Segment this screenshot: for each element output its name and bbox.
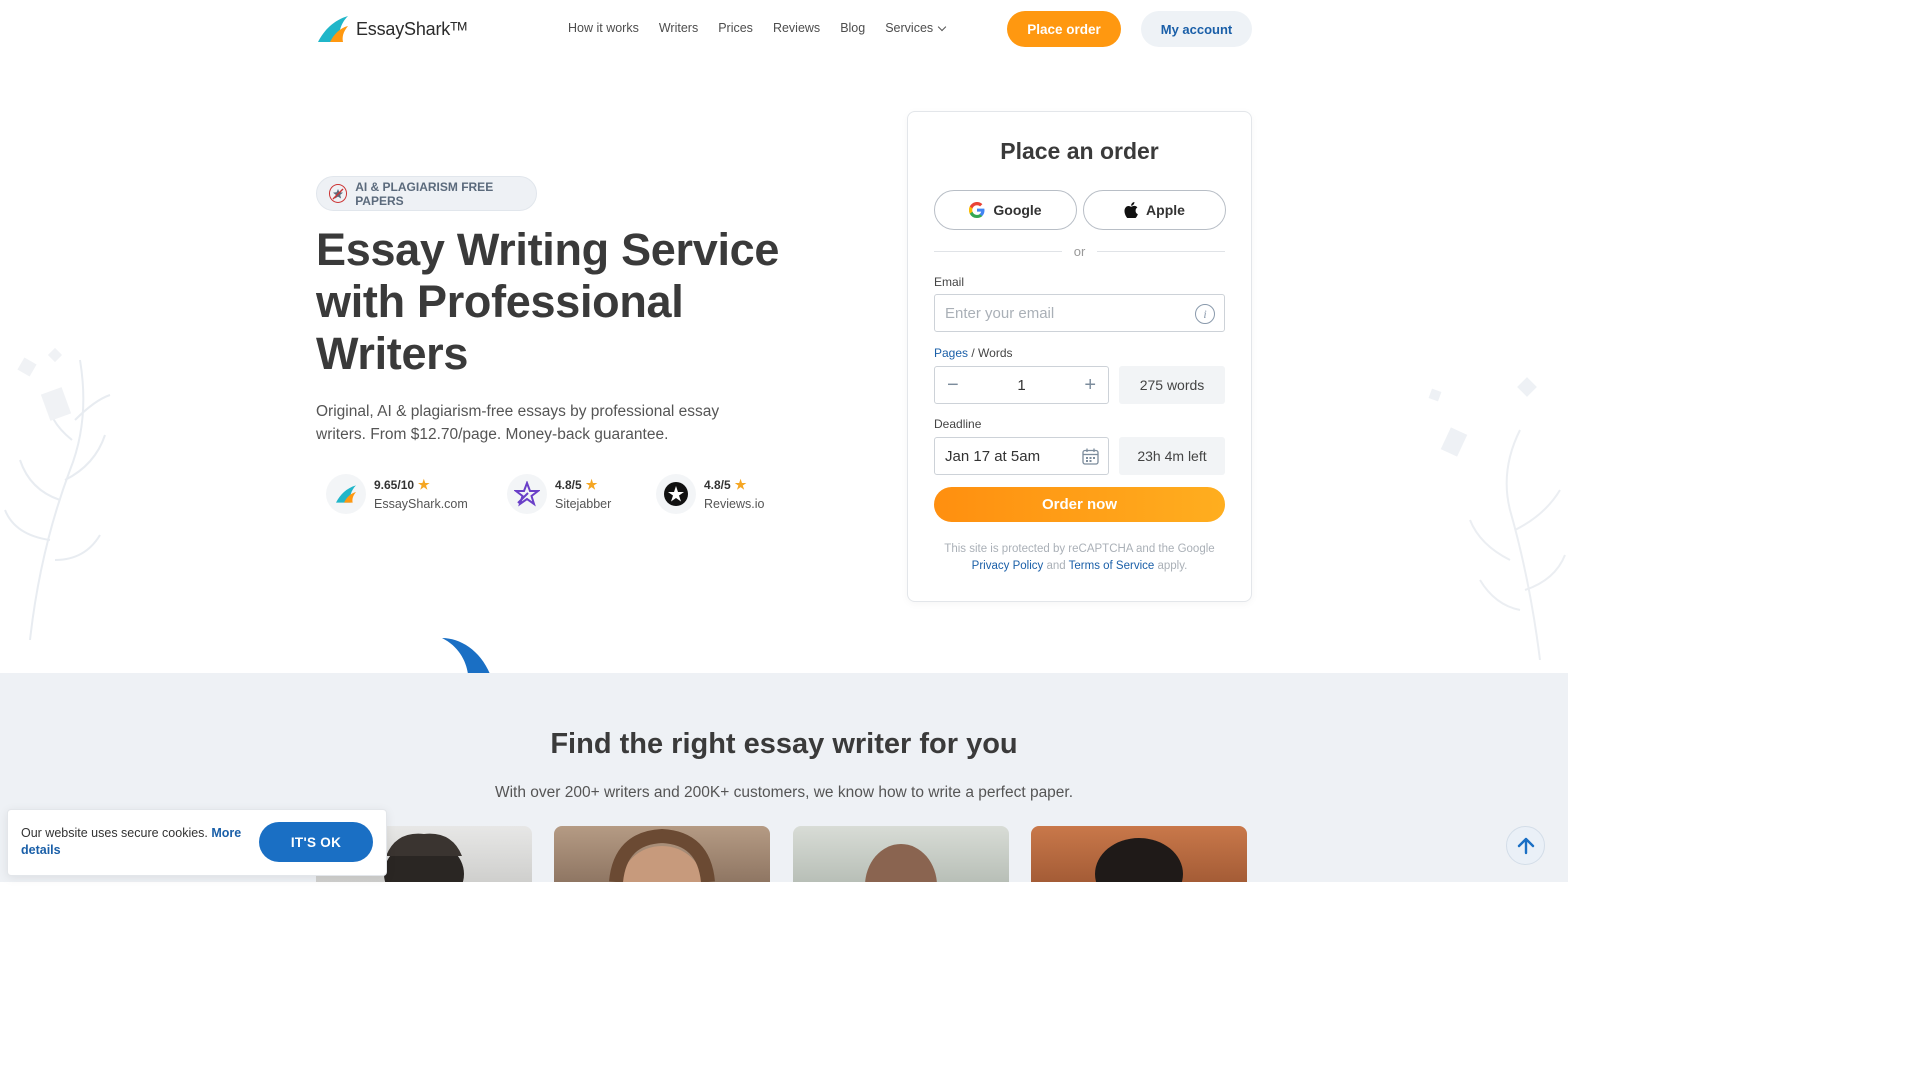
nav-blog[interactable]: Blog xyxy=(840,21,865,35)
or-divider: or xyxy=(934,244,1225,259)
google-label: Google xyxy=(993,202,1042,218)
nav-reviews[interactable]: Reviews xyxy=(773,21,820,35)
privacy-policy-link[interactable]: Privacy Policy xyxy=(972,560,1044,572)
calendar-icon xyxy=(1082,448,1099,465)
writer-photo[interactable] xyxy=(554,826,770,882)
cookie-accept-button[interactable]: IT'S OK xyxy=(259,822,373,862)
main-nav: How it works Writers Prices Reviews Blog… xyxy=(568,21,947,35)
my-account-button[interactable]: My account xyxy=(1141,11,1252,47)
recaptcha-text: This site is protected by reCAPTCHA and … xyxy=(944,543,1215,555)
no-ai-icon xyxy=(329,184,348,203)
place-order-button[interactable]: Place order xyxy=(1007,11,1121,47)
email-label: Email xyxy=(934,275,965,289)
words-count: 275 words xyxy=(1119,366,1225,404)
reviewsio-logo-icon xyxy=(656,474,696,514)
rating-reviewsio[interactable]: 4.8/5 ★ Reviews.io xyxy=(656,474,764,514)
minus-icon[interactable]: − xyxy=(947,374,959,397)
brand-logo[interactable]: EssaySharkᵀᴹ xyxy=(316,14,467,44)
google-icon xyxy=(969,202,985,218)
time-left: 23h 4m left xyxy=(1119,437,1225,475)
pages-stepper: − 1 + xyxy=(934,366,1109,404)
recaptcha-notice: This site is protected by reCAPTCHA and … xyxy=(934,541,1225,575)
star-icon: ★ xyxy=(418,477,430,492)
nav-prices[interactable]: Prices xyxy=(718,21,753,35)
star-icon: ★ xyxy=(734,477,747,492)
pages-toggle[interactable]: Pages xyxy=(934,346,968,360)
email-placeholder: Enter your email xyxy=(945,304,1055,322)
nav-how-it-works[interactable]: How it works xyxy=(568,21,639,35)
nav-services[interactable]: Services xyxy=(885,21,947,35)
rating-source: Sitejabber xyxy=(555,497,612,511)
apple-label: Apple xyxy=(1146,202,1185,218)
apply-text: apply. xyxy=(1157,560,1188,572)
google-signin-button[interactable]: Google xyxy=(934,190,1077,230)
or-label: or xyxy=(1073,244,1086,259)
plus-icon[interactable]: + xyxy=(1084,374,1096,397)
brand-name: EssaySharkᵀᴹ xyxy=(356,18,467,39)
apple-icon xyxy=(1124,202,1138,218)
rating-score: 4.8/5 xyxy=(555,478,582,492)
apple-signin-button[interactable]: Apple xyxy=(1083,190,1226,230)
site-header: EssaySharkᵀᴹ How it works Writers Prices… xyxy=(0,0,1568,60)
pages-value[interactable]: 1 xyxy=(1017,377,1025,394)
words-toggle[interactable]: / Words xyxy=(971,346,1012,360)
sitejabber-logo-icon xyxy=(507,474,547,514)
deadline-value: Jan 17 at 5am xyxy=(945,447,1041,465)
writer-photo[interactable] xyxy=(1031,826,1247,882)
ai-free-badge: AI & PLAGIARISM FREE PAPERS xyxy=(316,176,537,211)
email-field[interactable]: Enter your email i xyxy=(934,294,1225,332)
rating-essayshark[interactable]: 9.65/10 ★ EssayShark.com xyxy=(326,474,507,514)
nav-writers[interactable]: Writers xyxy=(659,21,698,35)
pages-words-label: Pages / Words xyxy=(934,346,1013,360)
decorative-plant-left xyxy=(4,347,111,640)
ratings-row: 9.65/10 ★ EssayShark.com 4.8/5 ★ Sitejabbe… xyxy=(326,474,764,514)
shark-fin-decoration xyxy=(442,638,490,674)
rating-source: Reviews.io xyxy=(704,497,765,511)
cookie-message: Our website uses secure cookies. xyxy=(21,826,208,840)
terms-of-service-link[interactable]: Terms of Service xyxy=(1069,560,1155,572)
order-form-card: Place an order Google Apple or Email Ent… xyxy=(907,111,1252,602)
cookie-text: Our website uses secure cookies. More de… xyxy=(21,825,246,859)
scroll-to-top-button[interactable] xyxy=(1506,826,1545,865)
info-icon[interactable]: i xyxy=(1195,304,1215,324)
page-title: Essay Writing Service with Professional … xyxy=(316,224,780,379)
deadline-label: Deadline xyxy=(934,417,982,431)
star-icon: ★ xyxy=(585,477,598,492)
arrow-up-icon xyxy=(1517,837,1534,854)
writer-photo[interactable] xyxy=(793,826,1009,882)
writers-section-subtitle: With over 200+ writers and 200K+ custome… xyxy=(494,784,1074,801)
essayshark-logo-icon xyxy=(326,474,366,514)
rating-score: 9.65/10 xyxy=(374,478,415,492)
and-text: and xyxy=(1046,560,1066,572)
writers-section-title: Find the right essay writer for you xyxy=(550,728,1018,760)
shark-fin-logo-icon xyxy=(318,16,348,42)
deadline-picker[interactable]: Jan 17 at 5am xyxy=(934,437,1109,475)
decorative-plant-right xyxy=(1428,377,1566,660)
hero-description: Original, AI & plagiarism-free essays by… xyxy=(316,403,720,443)
rating-score: 4.8/5 xyxy=(704,478,731,492)
order-now-button[interactable]: Order now xyxy=(934,487,1225,522)
nav-services-label: Services xyxy=(885,21,934,35)
cookie-banner: Our website uses secure cookies. More de… xyxy=(7,809,387,876)
chevron-down-icon xyxy=(937,22,947,32)
badge-label: AI & PLAGIARISM FREE PAPERS xyxy=(355,179,494,208)
rating-source: EssayShark.com xyxy=(374,497,468,511)
order-form-title: Place an order xyxy=(1000,138,1159,164)
rating-sitejabber[interactable]: 4.8/5 ★ Sitejabber xyxy=(507,474,656,514)
